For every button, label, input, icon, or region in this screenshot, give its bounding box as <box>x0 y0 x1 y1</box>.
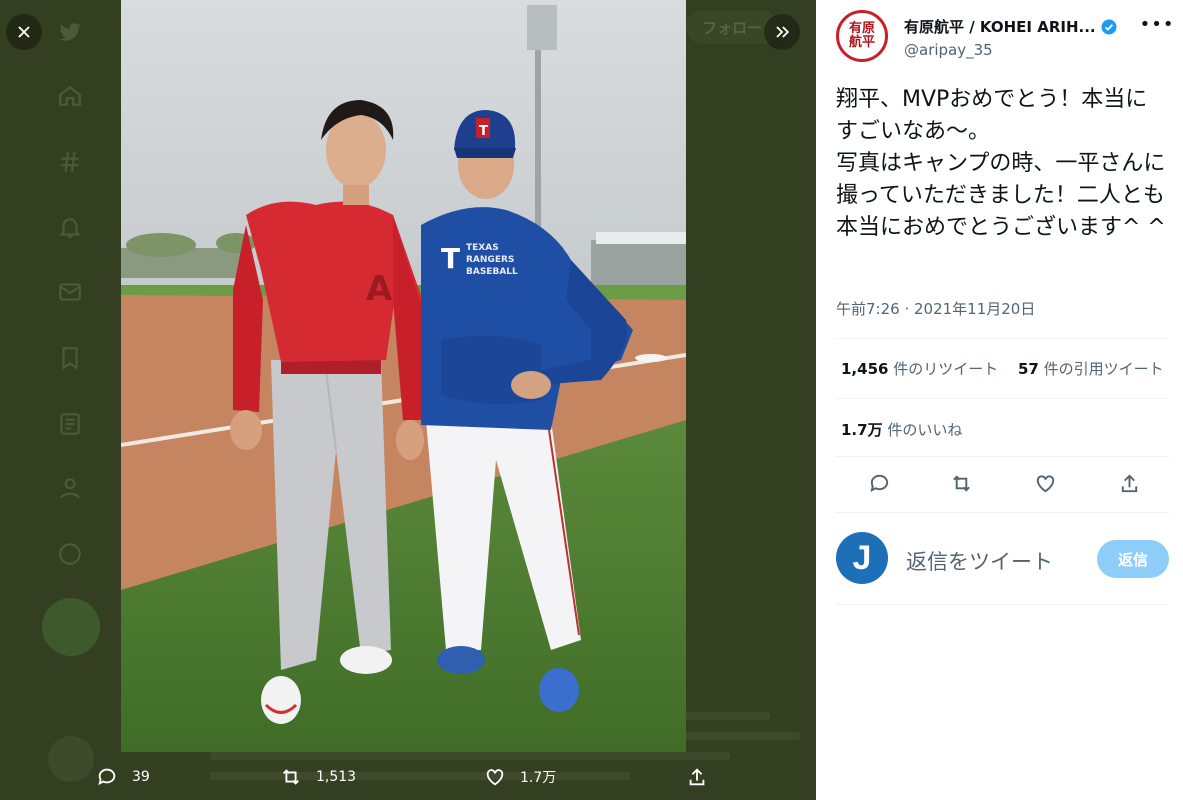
reply-icon <box>98 768 116 786</box>
like-button[interactable] <box>1030 468 1060 498</box>
twitter-bird-icon <box>50 12 90 52</box>
share-button[interactable] <box>1114 468 1144 498</box>
profile-icon <box>50 468 90 508</box>
photo-reply-count: 39 <box>132 769 150 785</box>
author-avatar[interactable]: 有原航平 <box>836 10 888 62</box>
retweet-button[interactable] <box>946 468 976 498</box>
verified-badge-icon <box>1101 19 1117 34</box>
tweet-detail-panel: 有原航平 有原航平 / KOHEI ARIH... @aripay_35 •••… <box>816 0 1183 800</box>
bookmark-icon <box>50 338 90 378</box>
photo-retweet-action[interactable]: 1,513 <box>280 766 356 788</box>
close-icon <box>18 26 30 38</box>
likes-stat[interactable]: 1.7万 件のいいね <box>841 419 962 440</box>
tweet-actions <box>836 468 1169 500</box>
tweet-photo[interactable]: A T T TEXAS RANGERS BASEBALL <box>121 0 686 752</box>
svg-text:BASEBALL: BASEBALL <box>466 267 518 277</box>
more-options-icon[interactable]: ••• <box>1140 12 1174 36</box>
photo-share-action[interactable] <box>686 766 708 788</box>
quotes-label: 件の引用ツイート <box>1043 360 1164 378</box>
reply-button[interactable] <box>864 468 894 498</box>
avatar-seal-text: 有原航平 <box>848 21 875 50</box>
account-avatar <box>48 736 94 782</box>
retweets-stat[interactable]: 1,456 件のリツイート <box>841 358 998 379</box>
hashtag-icon <box>50 142 90 182</box>
home-icon <box>50 76 90 116</box>
jersey-logo: A <box>366 269 393 309</box>
divider <box>836 338 1169 339</box>
bell-icon <box>50 208 90 248</box>
double-chevron-right-icon <box>776 26 790 38</box>
photo-action-bar: 39 1,513 1.7万 <box>96 766 705 796</box>
heart-icon <box>486 769 504 786</box>
close-button[interactable] <box>6 14 42 50</box>
likes-label: 件のいいね <box>887 421 963 439</box>
tweet-timestamp[interactable]: 午前7:26 · 2021年11月20日 <box>836 298 1035 319</box>
retweet-icon <box>952 474 970 492</box>
photo-like-count: 1.7万 <box>520 770 557 786</box>
divider <box>836 604 1169 605</box>
svg-text:T: T <box>479 124 488 139</box>
mail-icon <box>50 272 90 312</box>
more-circle-icon <box>50 534 90 574</box>
likes-value: 1.7万 <box>841 421 883 439</box>
photo-like-action[interactable]: 1.7万 <box>484 766 556 788</box>
share-icon <box>1121 473 1137 492</box>
photo-retweet-count: 1,513 <box>316 769 357 785</box>
divider <box>836 512 1169 513</box>
author-display-name: 有原航平 / KOHEI ARIH... <box>904 18 1096 36</box>
share-icon <box>689 768 705 786</box>
reply-submit-button[interactable]: 返信 <box>1097 540 1169 578</box>
heart-icon <box>1036 474 1054 492</box>
retweets-value: 1,456 <box>841 360 889 378</box>
svg-text:T: T <box>441 242 460 275</box>
expand-sidebar-button[interactable] <box>764 14 800 50</box>
tweet-text: 翔平、MVPおめでとう！本当にすごいなあ〜。 写真はキャンプの時、一平さんに撮っ… <box>836 87 1166 240</box>
reply-icon <box>869 474 888 492</box>
photo-reply-action[interactable]: 39 <box>96 766 150 788</box>
quotes-value: 57 <box>1018 360 1039 378</box>
current-user-avatar[interactable]: J <box>836 532 888 584</box>
list-icon <box>50 404 90 444</box>
divider <box>836 456 1169 457</box>
svg-text:TEXAS: TEXAS <box>466 243 499 253</box>
author-handle[interactable]: @aripay_35 <box>904 41 993 59</box>
svg-text:RANGERS: RANGERS <box>466 255 514 265</box>
reply-composer: J 返信をツイート 返信 <box>836 530 1169 586</box>
quotes-stat[interactable]: 57 件の引用ツイート <box>1018 358 1164 379</box>
retweets-label: 件のリツイート <box>893 360 999 378</box>
divider <box>836 398 1169 399</box>
retweet-icon <box>283 769 299 785</box>
author-name-row[interactable]: 有原航平 / KOHEI ARIH... <box>904 16 1118 37</box>
compose-button <box>42 598 100 656</box>
tweet-header: 有原航平 有原航平 / KOHEI ARIH... @aripay_35 ••• <box>836 10 1173 68</box>
reply-input[interactable]: 返信をツイート <box>906 546 1053 576</box>
